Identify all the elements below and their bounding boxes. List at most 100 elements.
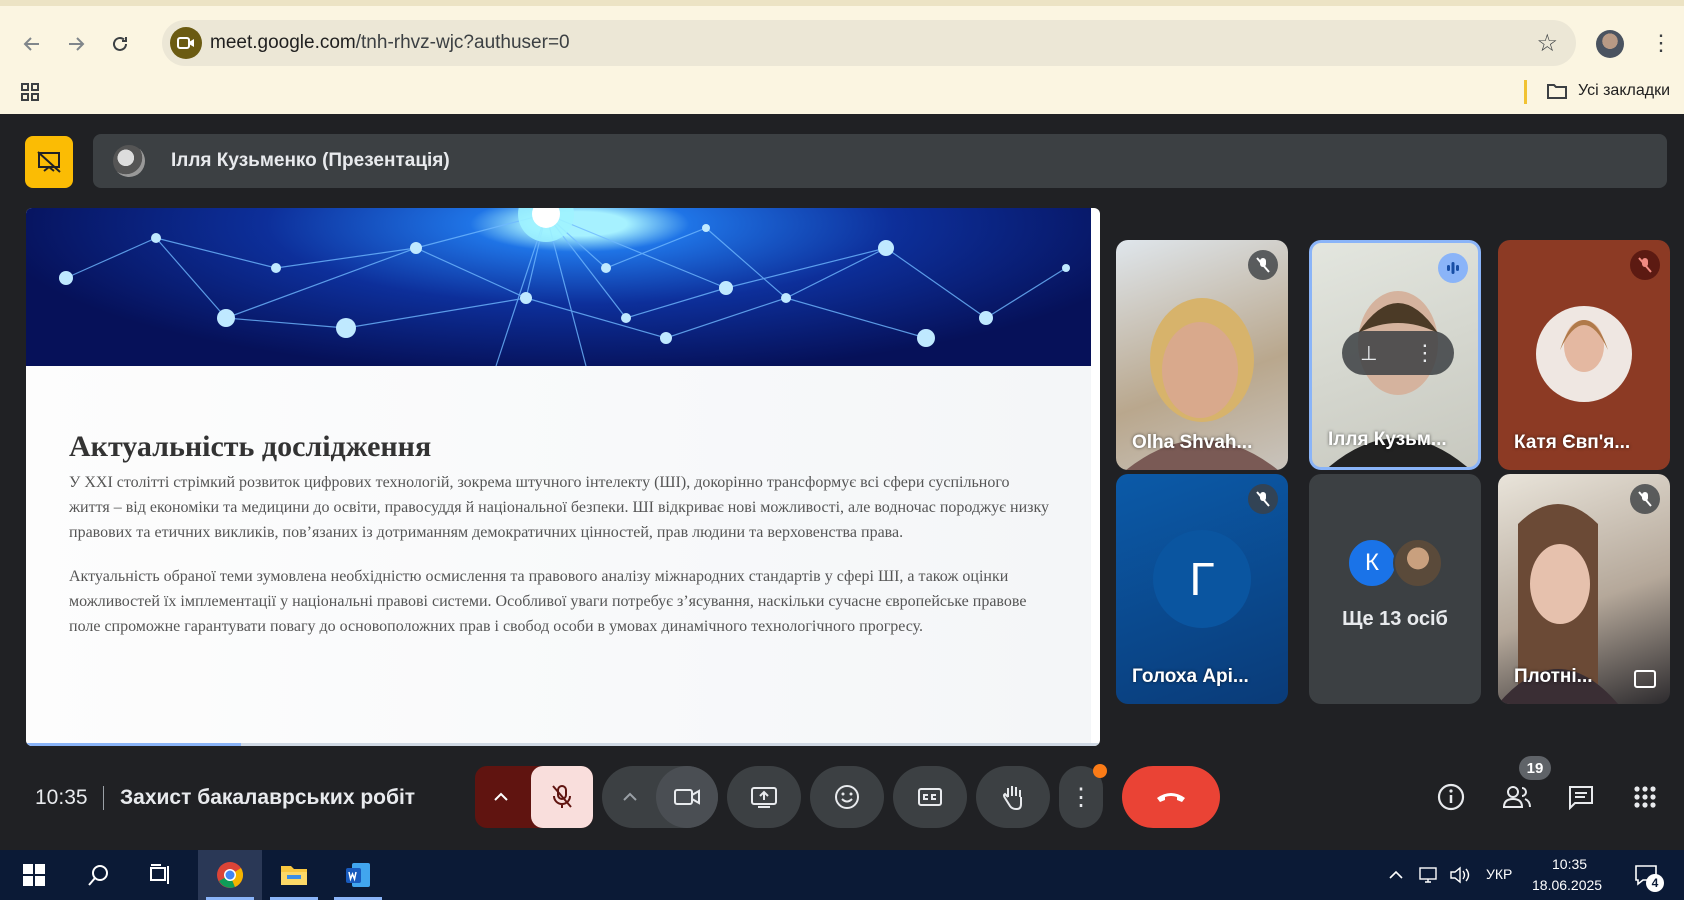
meet-window: Ілля Кузьменко (Презентація) Актуальніст… [4, 114, 1684, 850]
present-screen-icon [751, 787, 777, 808]
taskbar-word[interactable] [326, 850, 390, 900]
participant-tile-plotni[interactable]: Плотні... [1498, 474, 1670, 704]
participant-name: Плотні... [1514, 666, 1593, 687]
folder-icon [281, 866, 307, 885]
slide-paragraph-2: Актуальність обраної теми зумовлена необ… [69, 568, 1027, 635]
notification-count-badge: 4 [1646, 874, 1664, 892]
participant-initial-avatar: Г [1153, 530, 1251, 628]
browser-menu-icon[interactable]: ⋮ [1650, 30, 1672, 56]
speaker-icon [1450, 866, 1470, 884]
captions-button[interactable] [893, 766, 967, 828]
task-view-icon [150, 864, 169, 884]
apps-grid-icon[interactable] [20, 82, 40, 107]
participant-tile-olha[interactable]: Olha Shvah... [1116, 240, 1288, 470]
bookmarks-separator [1524, 80, 1527, 104]
reactions-button[interactable] [810, 766, 884, 828]
tile-hover-actions: ⊥ ⋮ [1342, 331, 1454, 375]
participant-name: Olha Shvah... [1132, 432, 1253, 453]
mic-off-icon [552, 785, 572, 808]
volume-control[interactable] [1446, 850, 1474, 900]
taskbar-file-explorer[interactable] [262, 850, 326, 900]
forward-button[interactable] [60, 28, 92, 60]
all-bookmarks-button[interactable]: Усі закладки [1546, 82, 1670, 100]
all-bookmarks-label: Усі закладки [1578, 82, 1671, 99]
browser-toolbar: meet.google.com/tnh-rhvz-wjc?authuser=0 … [0, 0, 1684, 114]
stop-presenting-button[interactable] [25, 136, 73, 188]
show-hidden-icons-button[interactable] [1384, 850, 1408, 900]
url-text: meet.google.com/tnh-rhvz-wjc?authuser=0 [210, 32, 570, 54]
camera-icon [674, 789, 700, 805]
pin-icon[interactable]: ⊥ [1360, 341, 1377, 366]
meet-site-icon[interactable] [170, 27, 202, 59]
chevron-up-icon [1389, 870, 1403, 879]
url-host: meet.google.com [210, 32, 356, 53]
search-icon [88, 865, 108, 886]
chat-button[interactable] [1566, 782, 1596, 812]
activities-button[interactable] [1630, 782, 1660, 812]
address-bar[interactable]: meet.google.com/tnh-rhvz-wjc?authuser=0 … [162, 20, 1576, 66]
meeting-details-button[interactable] [1436, 782, 1466, 812]
captions-icon [918, 788, 942, 806]
reload-button[interactable] [104, 28, 136, 60]
mic-toggle-button[interactable] [531, 766, 593, 828]
slide-progress-fill [26, 743, 241, 746]
mic-off-icon [1630, 484, 1660, 514]
speaking-indicator-icon [1438, 253, 1468, 283]
reload-icon [113, 36, 127, 51]
presentation-slide: Актуальність дослідження У XXI столітті … [26, 208, 1100, 746]
slide-progress-bar [26, 743, 1100, 746]
camera-options-chevron-icon[interactable] [614, 781, 646, 813]
emoji-icon [835, 785, 859, 809]
taskbar-chrome[interactable] [198, 850, 262, 900]
more-options-button[interactable]: ⋮ [1059, 764, 1107, 828]
back-button[interactable] [16, 28, 48, 60]
picture-in-picture-icon[interactable] [1634, 670, 1656, 688]
presentation-off-icon [37, 151, 61, 173]
search-button[interactable] [76, 850, 120, 900]
slide-paragraph-1: У XXI столітті стрімкий розвиток цифрови… [69, 474, 1050, 541]
url-path: /tnh-rhvz-wjc?authuser=0 [355, 32, 570, 53]
presenter-bar: Ілля Кузьменко (Презентація) [93, 134, 1667, 188]
people-count-badge: 19 [1519, 756, 1551, 780]
notification-dot [1093, 764, 1107, 778]
meeting-info-separator [103, 786, 104, 810]
participant-name: Ілля Кузьм... [1328, 429, 1447, 450]
task-view-button[interactable] [138, 850, 182, 900]
network-status[interactable] [1414, 850, 1444, 900]
camera-toggle-button[interactable] [656, 766, 718, 828]
word-icon [346, 863, 370, 887]
slide-heading: Актуальність дослідження [69, 430, 432, 463]
more-participants-label: Ще 13 осіб [1342, 608, 1448, 630]
chat-icon [1569, 786, 1593, 810]
start-button[interactable] [12, 850, 56, 900]
end-call-icon [1157, 793, 1185, 802]
raise-hand-icon [1003, 786, 1022, 810]
back-arrow-icon [23, 37, 39, 51]
presenter-title: Ілля Кузьменко (Презентація) [171, 150, 450, 171]
more-options-icon[interactable]: ⋮ [1414, 340, 1436, 366]
taskbar-clock-date[interactable]: 18.06.2025 [1532, 877, 1602, 893]
more-participants-tile[interactable]: К Ще 13 осіб [1309, 474, 1481, 704]
apps-icon [1634, 786, 1656, 808]
present-screen-button[interactable] [727, 766, 801, 828]
bookmark-star-icon[interactable]: ☆ [1536, 29, 1558, 58]
mic-off-icon [1248, 484, 1278, 514]
meeting-clock: 10:35 [35, 786, 88, 809]
participant-tile-katia[interactable]: Катя Євп'я... [1498, 240, 1670, 470]
mic-options-chevron-icon[interactable] [485, 781, 517, 813]
camera-control-group [602, 766, 718, 828]
people-button[interactable] [1502, 782, 1532, 812]
profile-avatar[interactable] [1596, 30, 1624, 58]
participant-tile-holokha[interactable]: Г Голоха Арі... [1116, 474, 1288, 704]
presenter-avatar [113, 145, 145, 177]
raise-hand-button[interactable] [976, 766, 1050, 828]
notification-center-button[interactable]: 4 [1626, 850, 1666, 900]
participant-tile-illia[interactable]: ⊥ ⋮ Ілля Кузьм... [1309, 240, 1481, 470]
chrome-icon [217, 862, 244, 888]
mic-control-group [475, 766, 593, 828]
input-language[interactable]: УКР [1486, 866, 1512, 882]
leave-call-button[interactable] [1122, 766, 1220, 828]
folder-icon [1547, 84, 1567, 99]
taskbar-clock-time[interactable]: 10:35 [1552, 856, 1587, 872]
network-icon [1419, 867, 1437, 883]
